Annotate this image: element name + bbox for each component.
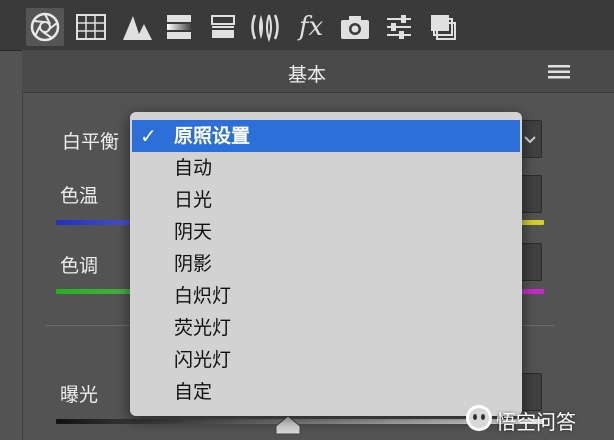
fx-icon[interactable]: fx (292, 8, 330, 46)
menu-item-daylight[interactable]: 日光 (132, 184, 520, 216)
watermark-text: 悟空问答 (496, 410, 576, 434)
split-toning-icon[interactable] (204, 8, 242, 46)
presets-icon[interactable] (424, 8, 462, 46)
lens-icon[interactable] (246, 8, 284, 46)
tint-label: 色调 (60, 255, 99, 277)
menu-item-label: 荧光灯 (174, 317, 232, 339)
grid-icon[interactable] (72, 8, 110, 46)
menu-item-flash[interactable]: 闪光灯 (132, 344, 520, 376)
temperature-label: 色温 (60, 185, 99, 207)
menu-item-label: 日光 (174, 189, 213, 211)
menu-item-label: 阴影 (174, 253, 213, 275)
panel-menu-icon[interactable] (548, 64, 570, 79)
menu-item-fluorescent[interactable]: 荧光灯 (132, 312, 520, 344)
menu-item-as-shot[interactable]: ✓ 原照设置 (132, 120, 520, 152)
menu-item-label: 白炽灯 (174, 285, 232, 307)
menu-item-label: 阴天 (174, 221, 213, 243)
exposure-slider-thumb[interactable] (275, 415, 301, 435)
menu-item-label: 闪光灯 (174, 349, 232, 371)
menu-item-cloudy[interactable]: 阴天 (132, 216, 520, 248)
menu-item-label: 原照设置 (174, 125, 251, 147)
watermark: 悟空问答 (460, 400, 610, 436)
checkmark-icon: ✓ (140, 124, 157, 148)
menu-item-label: 自动 (174, 157, 213, 179)
watermark-logo-icon (466, 405, 492, 431)
white-balance-dropdown: ✓ 原照设置 自动 日光 阴天 阴影 白炽灯 荧光灯 闪光灯 自定 (130, 112, 522, 416)
camera-icon[interactable] (336, 8, 374, 46)
sliders-icon[interactable] (380, 8, 418, 46)
panel-title: 基本 (287, 64, 326, 86)
mountains-icon[interactable] (118, 8, 156, 46)
exposure-label: 曝光 (60, 384, 99, 406)
white-balance-label: 白平衡 (62, 131, 120, 153)
menu-item-tungsten[interactable]: 白炽灯 (132, 280, 520, 312)
menu-item-label: 自定 (174, 381, 213, 403)
menu-item-auto[interactable]: 自动 (132, 152, 520, 184)
menu-item-shade[interactable]: 阴影 (132, 248, 520, 280)
gradient-icon[interactable] (160, 8, 198, 46)
aperture-icon[interactable] (26, 8, 64, 46)
